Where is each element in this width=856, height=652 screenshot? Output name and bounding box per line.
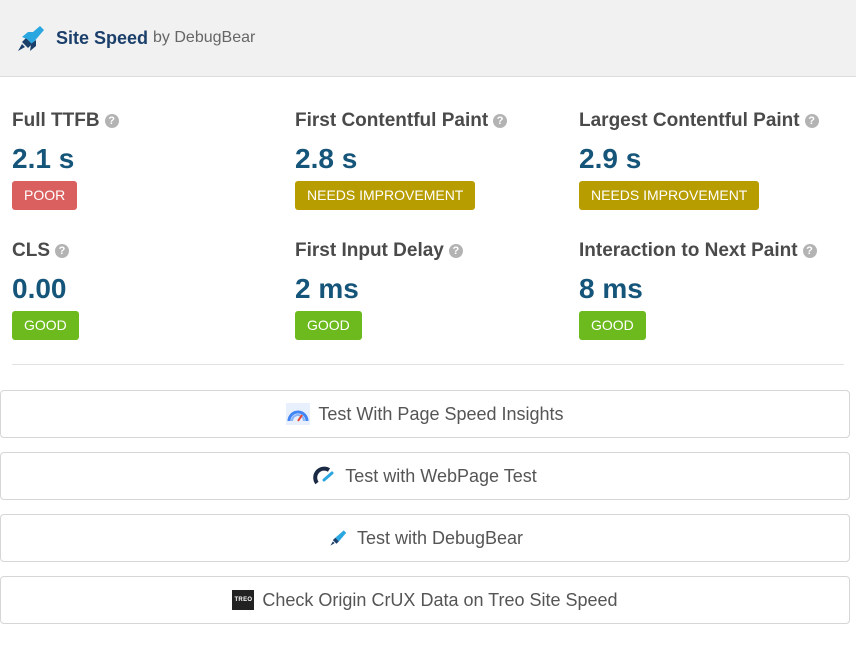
metric-title: Largest Contentful Paint	[579, 110, 800, 131]
debugbear-test-button[interactable]: Test with DebugBear	[0, 514, 850, 562]
status-badge: GOOD	[579, 311, 646, 340]
metric-inp: Interaction to Next Paint? 8 ms GOOD	[579, 239, 839, 340]
metrics-grid: Full TTFB? 2.1 s POOR First Contentful P…	[12, 77, 844, 365]
metric-fid: First Input Delay? 2 ms GOOD	[295, 239, 555, 340]
header: Site Speed by DebugBear	[0, 0, 856, 77]
pagespeed-insights-button[interactable]: Test With Page Speed Insights	[0, 390, 850, 438]
help-icon[interactable]: ?	[802, 244, 817, 258]
help-icon[interactable]: ?	[55, 244, 69, 258]
metric-cls: CLS? 0.00 GOOD	[12, 239, 272, 340]
treo-icon: TREO	[232, 590, 255, 610]
debugbear-icon	[327, 528, 349, 548]
button-label: Test with DebugBear	[356, 527, 524, 548]
pagespeed-icon	[286, 403, 311, 425]
treo-crux-button[interactable]: TREO Check Origin CrUX Data on Treo Site…	[0, 576, 850, 624]
button-label: Test With Page Speed Insights	[318, 403, 564, 424]
webpagetest-button[interactable]: Test with WebPage Test	[0, 452, 850, 500]
metric-value: 2.8 s	[295, 143, 358, 174]
metric-value: 2 ms	[295, 273, 359, 304]
metric-title: CLS	[12, 240, 50, 261]
webpagetest-icon	[313, 465, 337, 487]
help-icon[interactable]: ?	[804, 114, 819, 128]
status-badge: NEEDS IMPROVEMENT	[579, 181, 760, 210]
help-icon[interactable]: ?	[104, 114, 119, 128]
metric-ttfb: Full TTFB? 2.1 s POOR	[12, 109, 272, 210]
help-icon[interactable]: ?	[493, 114, 508, 128]
metric-fcp: First Contentful Paint? 2.8 s NEEDS IMPR…	[295, 109, 555, 210]
status-badge: GOOD	[12, 311, 79, 340]
button-label: Check Origin CrUX Data on Treo Site Spee…	[262, 589, 618, 610]
metric-value: 2.1 s	[12, 143, 75, 174]
help-icon[interactable]: ?	[448, 244, 463, 258]
metric-value: 2.9 s	[579, 143, 642, 174]
status-badge: POOR	[12, 181, 78, 210]
metric-value: 8 ms	[579, 273, 643, 304]
metric-lcp: Largest Contentful Paint? 2.9 s NEEDS IM…	[579, 109, 839, 210]
app-title: Site Speed	[56, 27, 149, 48]
button-label: Test with WebPage Test	[345, 465, 537, 486]
metric-value: 0.00	[12, 273, 67, 304]
metric-title: First Input Delay	[295, 240, 444, 261]
metric-title: Interaction to Next Paint	[579, 240, 798, 261]
app-subtitle: by DebugBear	[153, 29, 256, 46]
metric-title: First Contentful Paint	[295, 110, 489, 131]
status-badge: NEEDS IMPROVEMENT	[295, 181, 476, 210]
status-badge: GOOD	[295, 311, 362, 340]
metric-title: Full TTFB	[12, 110, 100, 131]
debugbear-logo-icon	[14, 22, 47, 55]
test-buttons: Test With Page Speed Insights Test with …	[0, 390, 850, 638]
